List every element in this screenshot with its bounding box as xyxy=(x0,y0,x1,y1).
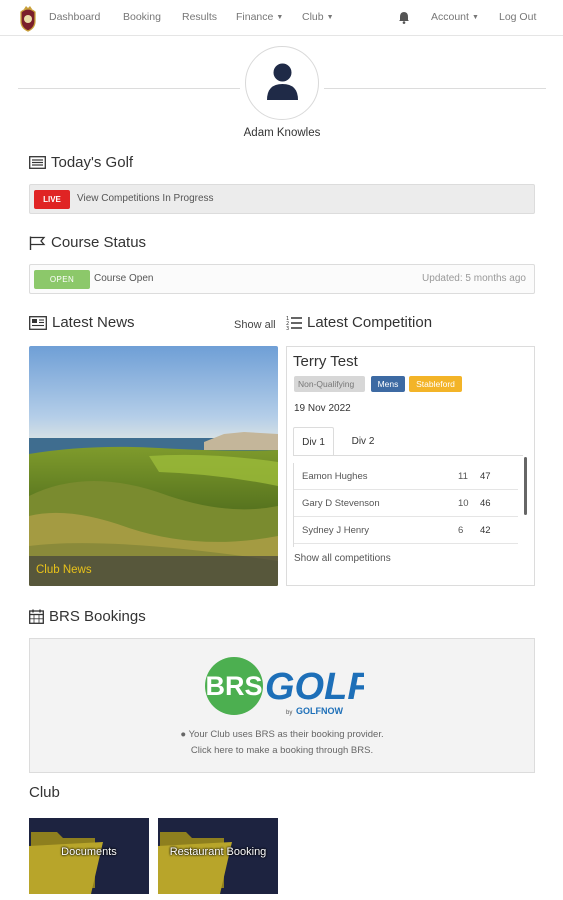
tag-non-qualifying: Non-Qualifying xyxy=(294,376,365,392)
player-score: 42 xyxy=(480,525,491,536)
avatar[interactable] xyxy=(245,46,319,120)
documents-tile[interactable]: Documents xyxy=(29,818,149,894)
newspaper-icon xyxy=(29,156,46,169)
competition-card: Terry Test Non-Qualifying Mens Stablefor… xyxy=(286,346,535,586)
latest-news-title: Latest News xyxy=(52,314,135,331)
competitions-in-progress-bar[interactable]: LIVE View Competitions In Progress xyxy=(29,184,535,214)
player-handicap: 10 xyxy=(458,498,469,509)
nav-club[interactable]: Club ▼ xyxy=(302,11,334,23)
top-navbar: Dashboard Booking Results Finance ▼ Club ▼… xyxy=(0,0,563,36)
player-name: Sydney J Henry xyxy=(302,525,370,536)
course-status-updated: Updated: 5 months ago xyxy=(422,273,526,284)
profile-divider-left xyxy=(18,88,240,89)
player-score: 47 xyxy=(480,471,491,482)
tab-div-1[interactable]: Div 1 xyxy=(293,427,334,456)
golf-logo-text: GOLF xyxy=(265,666,364,708)
by-logo-text: by xyxy=(286,710,292,716)
brs-booking-panel[interactable]: BRS GOLF by GOLFNOW ● Your Club uses BRS… xyxy=(29,638,535,773)
competitions-in-progress-link[interactable]: View Competitions In Progress xyxy=(77,193,214,204)
restaurant-booking-tile[interactable]: Restaurant Booking xyxy=(158,818,278,894)
brs-bookings-title: BRS Bookings xyxy=(49,608,146,625)
course-status-title: Course Status xyxy=(51,234,147,251)
news-card[interactable]: Club News xyxy=(29,346,278,586)
nav-club-label: Club xyxy=(302,11,324,23)
brs-info-text[interactable]: ● Your Club uses BRS as their booking pr… xyxy=(30,727,534,759)
show-all-competitions-link[interactable]: Show all competitions xyxy=(294,553,391,564)
golfnow-logo-text: GOLFNOW xyxy=(296,706,343,716)
nav-results[interactable]: Results xyxy=(182,11,217,23)
club-crest-icon[interactable] xyxy=(18,4,38,32)
club-heading: Club xyxy=(29,784,60,801)
flag-icon xyxy=(29,236,46,250)
folder-icon xyxy=(158,832,232,894)
latest-competition-heading: 1 2 3 Latest Competition xyxy=(286,314,432,331)
restaurant-booking-label: Restaurant Booking xyxy=(169,846,267,858)
svg-text:3: 3 xyxy=(286,326,289,330)
course-status-text: Course Open xyxy=(94,273,154,284)
brs-info-line-2: Click here to make a booking through BRS… xyxy=(190,745,374,756)
tag-mens: Mens xyxy=(371,376,405,392)
competition-name[interactable]: Terry Test xyxy=(293,353,358,370)
open-badge: OPEN xyxy=(34,270,90,289)
player-score: 46 xyxy=(480,498,491,509)
news-caption[interactable]: Club News xyxy=(36,564,92,576)
tag-stableford: Stableford xyxy=(409,376,462,392)
latest-competition-title: Latest Competition xyxy=(307,314,433,331)
nav-account-label: Account xyxy=(431,11,469,23)
nav-account[interactable]: Account ▼ xyxy=(431,11,479,23)
user-icon xyxy=(267,63,298,100)
table-row[interactable]: Gary D Stevenson 10 46 xyxy=(294,490,518,517)
club-title: Club xyxy=(29,784,60,801)
table-row[interactable]: Eamon Hughes 11 47 xyxy=(294,463,518,490)
course-status-bar[interactable]: OPEN Course Open Updated: 5 months ago xyxy=(29,264,535,294)
documents-label: Documents xyxy=(61,846,117,858)
folder-icon xyxy=(29,832,103,894)
results-list[interactable]: Eamon Hughes 11 47 Gary D Stevenson 10 4… xyxy=(293,463,525,547)
caret-down-icon: ▼ xyxy=(276,14,284,21)
tab-div-2[interactable]: Div 2 xyxy=(339,427,387,456)
player-handicap: 6 xyxy=(458,525,464,536)
latest-news-heading: Latest News xyxy=(29,314,135,331)
brs-bookings-heading: BRS Bookings xyxy=(29,608,146,625)
nav-dashboard[interactable]: Dashboard xyxy=(49,11,100,23)
nav-booking[interactable]: Booking xyxy=(123,11,161,23)
player-name: Eamon Hughes xyxy=(302,471,368,482)
player-handicap: 11 xyxy=(458,471,468,482)
brs-golf-logo: BRS GOLF by GOLFNOW xyxy=(205,657,364,716)
info-icon: ● xyxy=(180,729,187,740)
nav-finance-label: Finance xyxy=(236,11,274,23)
competition-date: 19 Nov 2022 xyxy=(294,403,351,414)
player-name: Gary D Stevenson xyxy=(302,498,380,509)
caret-down-icon: ▼ xyxy=(471,14,479,21)
profile-divider-right xyxy=(324,88,546,89)
course-status-heading: Course Status xyxy=(29,234,146,251)
newspaper-icon xyxy=(29,315,47,330)
bell-icon[interactable] xyxy=(398,11,410,24)
brs-info-line-1: Your Club uses BRS as their booking prov… xyxy=(188,729,384,740)
todays-golf-heading: Today's Golf xyxy=(29,154,133,171)
caret-down-icon: ▼ xyxy=(326,14,334,21)
results-scrollbar[interactable] xyxy=(524,457,527,515)
tabs-divider xyxy=(293,455,523,456)
live-badge: LIVE xyxy=(34,190,70,209)
news-caption-bar: Club News xyxy=(29,556,278,586)
profile-name: Adam Knowles xyxy=(243,127,321,139)
table-row[interactable]: Sydney J Henry 6 42 xyxy=(294,517,518,544)
nav-finance[interactable]: Finance ▼ xyxy=(236,11,283,23)
nav-logout[interactable]: Log Out xyxy=(499,11,536,23)
calendar-icon xyxy=(29,609,44,624)
news-show-all-link[interactable]: Show all xyxy=(234,319,276,331)
golf-course-photo xyxy=(29,346,278,586)
ordered-list-icon: 1 2 3 xyxy=(286,316,302,330)
brs-logo-text: BRS xyxy=(205,671,262,701)
division-tabs: Div 1 Div 2 xyxy=(293,427,523,456)
todays-golf-title: Today's Golf xyxy=(51,154,134,171)
